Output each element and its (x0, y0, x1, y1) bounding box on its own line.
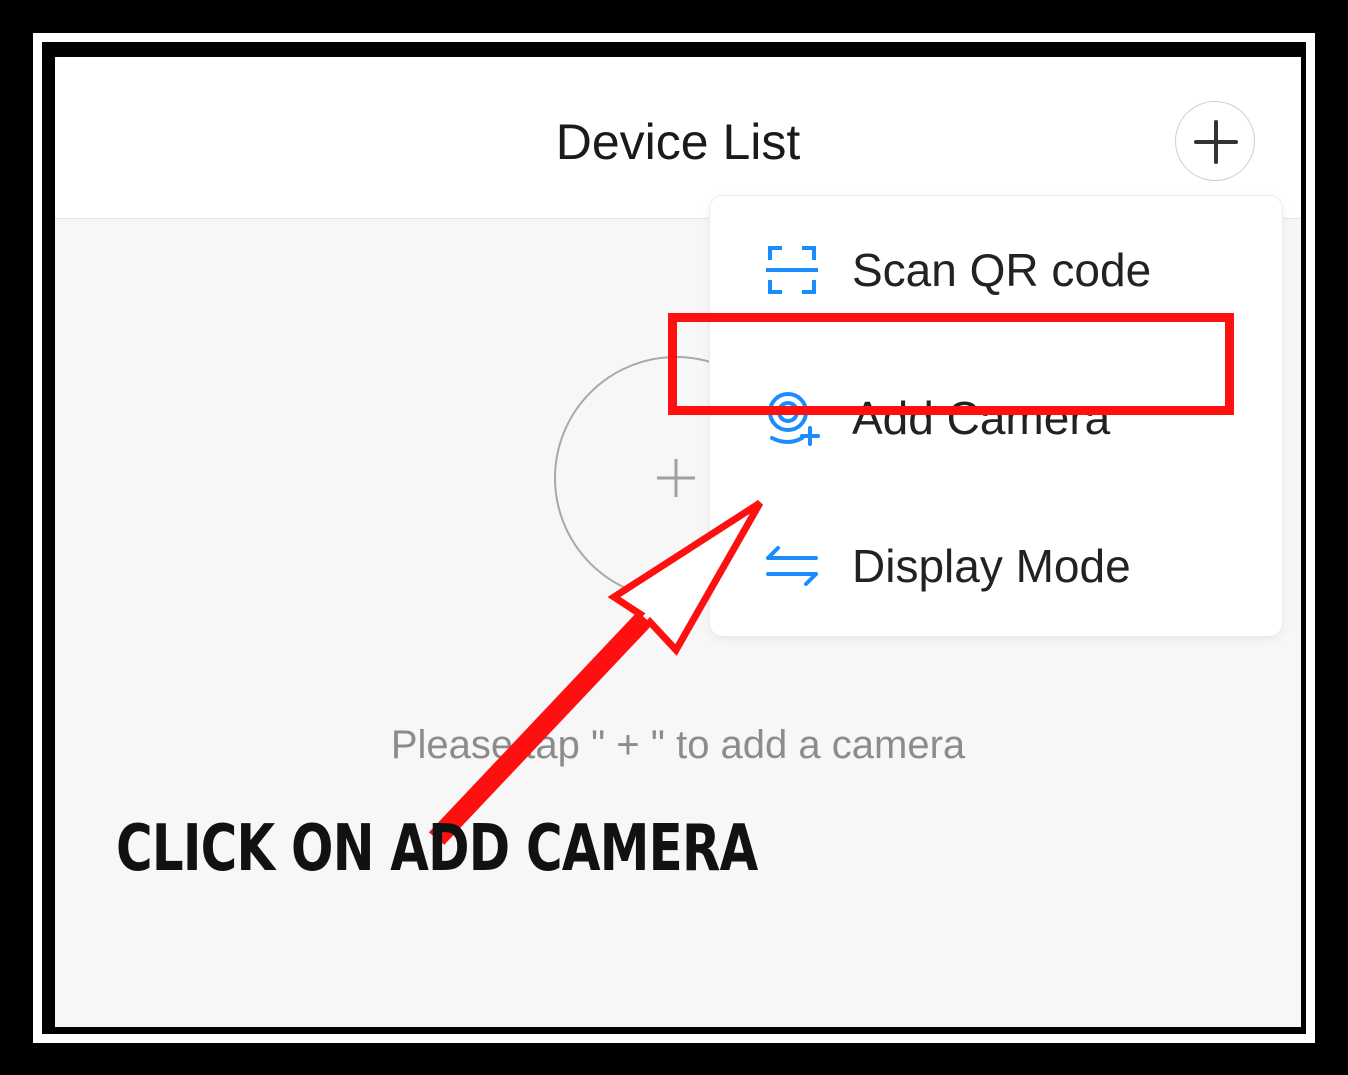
annotation-arrow (428, 500, 764, 845)
callout-text: CLICK ON ADD CAMERA (116, 812, 758, 886)
